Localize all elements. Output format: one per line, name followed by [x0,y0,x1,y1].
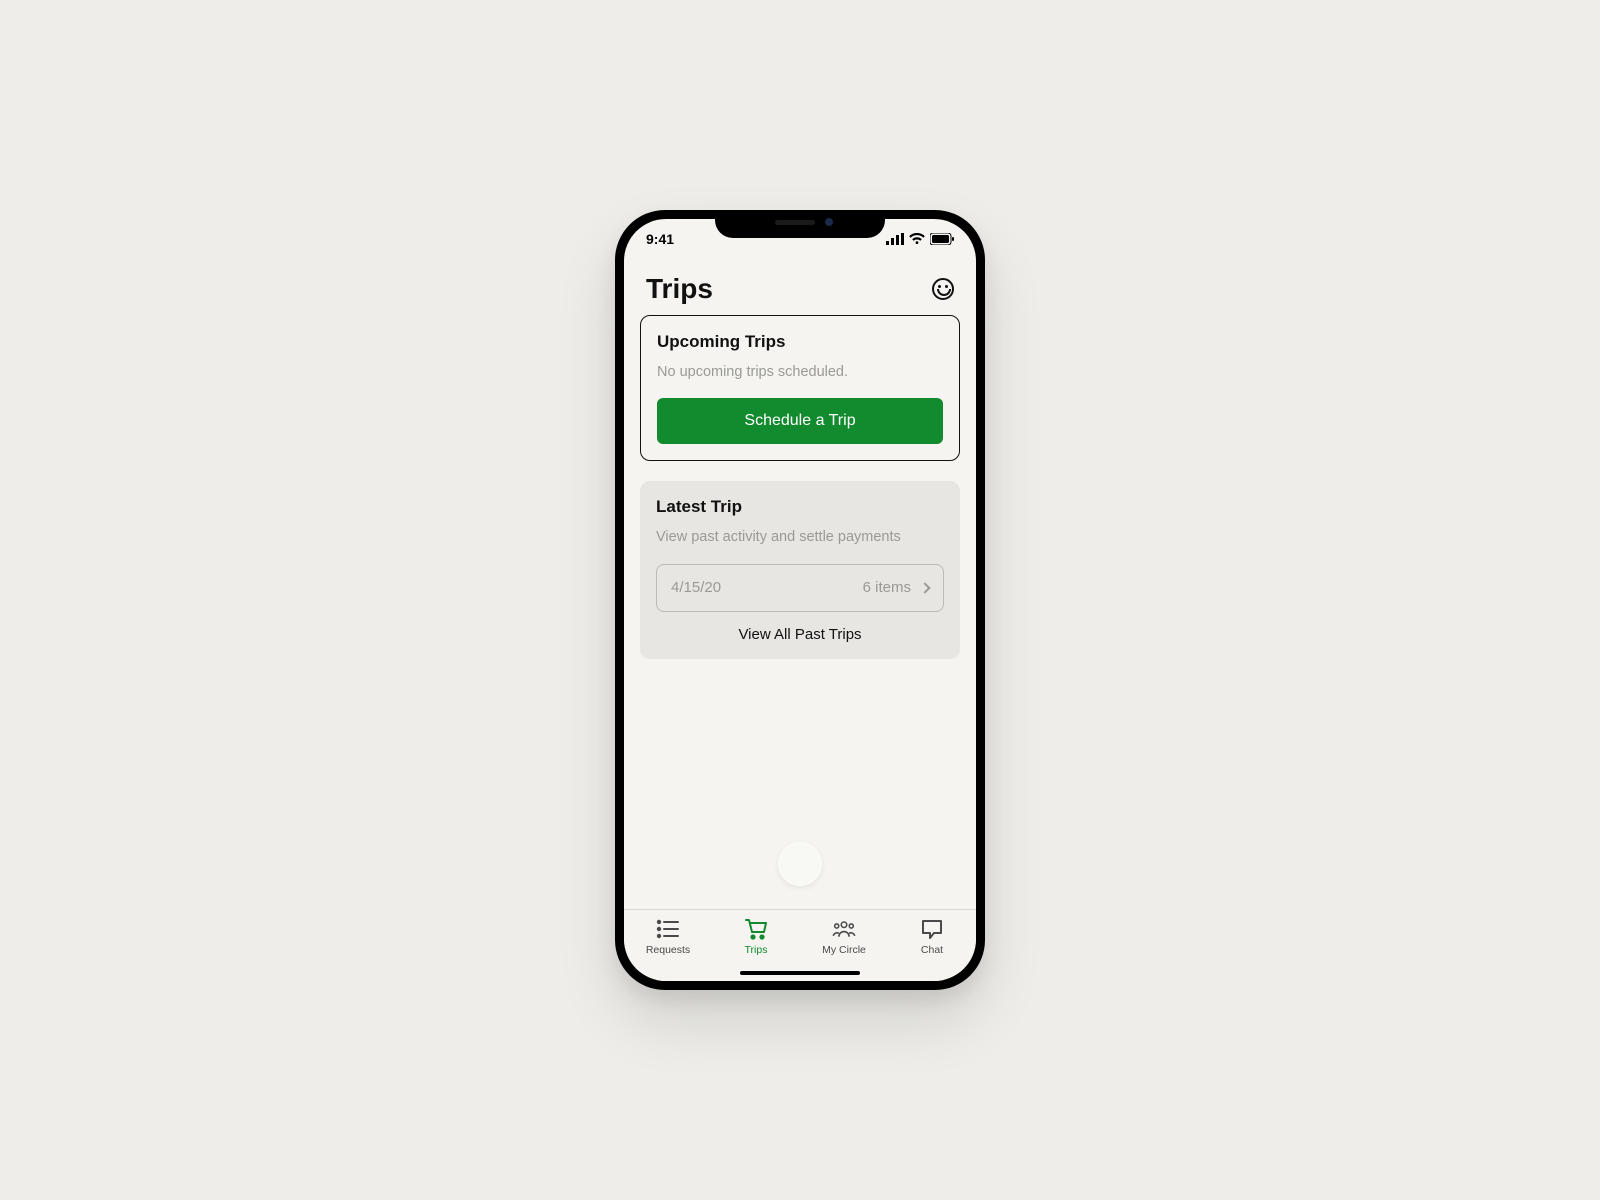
chevron-right-icon [919,582,930,593]
latest-subtitle: View past activity and settle payments [656,527,944,547]
screen: 9:41 Trips Upcoming Trips No upcoming tr… [624,219,976,981]
tab-label: My Circle [822,944,866,956]
battery-icon [930,233,954,245]
latest-title: Latest Trip [656,497,944,517]
cellular-icon [886,233,904,245]
latest-trip-row[interactable]: 4/15/20 6 items [656,564,944,612]
tab-trips[interactable]: Trips [726,918,786,956]
list-icon [656,918,680,940]
upcoming-trips-card: Upcoming Trips No upcoming trips schedul… [640,315,960,461]
tab-my-circle[interactable]: My Circle [814,918,874,956]
tab-chat[interactable]: Chat [902,918,962,956]
touch-indicator [778,842,822,886]
trip-item-count: 6 items [863,579,911,596]
view-all-past-trips-link[interactable]: View All Past Trips [656,626,944,643]
device-notch [715,210,885,238]
status-time: 9:41 [646,231,674,247]
cart-icon [744,918,768,940]
latest-trip-card: Latest Trip View past activity and settl… [640,481,960,658]
upcoming-empty-text: No upcoming trips scheduled. [657,362,943,382]
tab-label: Requests [646,944,690,956]
chat-icon [920,918,944,940]
schedule-trip-button[interactable]: Schedule a Trip [657,398,943,444]
people-icon [832,918,856,940]
page-header: Trips [624,259,976,315]
tab-label: Chat [921,944,943,956]
wifi-icon [909,233,925,245]
home-indicator [740,971,860,975]
status-indicators [886,233,954,245]
upcoming-title: Upcoming Trips [657,332,943,352]
tab-label: Trips [745,944,768,956]
trip-date: 4/15/20 [671,579,721,596]
page-title: Trips [646,273,713,305]
profile-smiley-icon[interactable] [932,278,954,300]
tab-requests[interactable]: Requests [638,918,698,956]
content-area: Upcoming Trips No upcoming trips schedul… [624,315,976,909]
phone-frame: 9:41 Trips Upcoming Trips No upcoming tr… [615,210,985,990]
tab-bar: Requests Trips My Circle Chat [624,909,976,981]
